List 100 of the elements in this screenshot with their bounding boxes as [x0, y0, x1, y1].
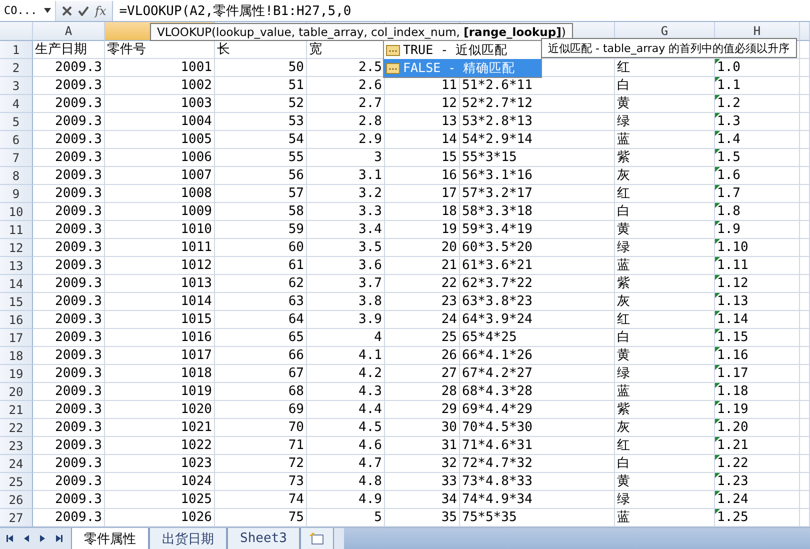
table-cell: 蓝: [615, 131, 715, 149]
table-cell: 1.12: [715, 275, 800, 293]
table-cell: 30: [385, 419, 460, 437]
table-cell: 1.13: [715, 293, 800, 311]
table-cell: 1.20: [715, 419, 800, 437]
table-cell: 64: [215, 311, 307, 329]
table-cell: 55: [215, 149, 307, 167]
table-cell: 1015: [105, 311, 215, 329]
table-cell: 56: [215, 167, 307, 185]
table-cell: 2009.3: [33, 275, 105, 293]
table-cell: 灰: [615, 167, 715, 185]
table-cell: 29: [385, 401, 460, 419]
table-cell: 71*4.6*31: [460, 437, 615, 455]
table-cell: 黄: [615, 221, 715, 239]
table-cell: 1025: [105, 491, 215, 509]
table-cell: 1005: [105, 131, 215, 149]
table-cell: 4.9: [307, 491, 385, 509]
table-cell: 2009.3: [33, 401, 105, 419]
table-cell: 62*3.7*22: [460, 275, 615, 293]
table-cell: 3.9: [307, 311, 385, 329]
table-cell: 50: [215, 59, 307, 77]
table-cell: 60: [215, 239, 307, 257]
table-cell: 白: [615, 203, 715, 221]
table-cell: 2.6: [307, 77, 385, 95]
table-cell: 13: [385, 113, 460, 131]
table-cell: 64*3.9*24: [460, 311, 615, 329]
table-cell: 68*4.3*28: [460, 383, 615, 401]
table-cell: 1022: [105, 437, 215, 455]
table-cell: 1008: [105, 185, 215, 203]
table-cell: 白: [615, 455, 715, 473]
table-cell: 黄: [615, 95, 715, 113]
table-cell: 1.11: [715, 257, 800, 275]
table-cell: 3: [307, 149, 385, 167]
table-cell: 67: [215, 365, 307, 383]
table-cell: 1.23: [715, 473, 800, 491]
table-cell: 白: [615, 77, 715, 95]
table-cell: 73*4.8*33: [460, 473, 615, 491]
table-cell: 71: [215, 437, 307, 455]
table-cell: 1.4: [715, 131, 800, 149]
table-cell: 紫: [615, 401, 715, 419]
table-cell: 1.3: [715, 113, 800, 131]
table-cell: 1.17: [715, 365, 800, 383]
table-cell: 4.1: [307, 347, 385, 365]
table-cell: 1.18: [715, 383, 800, 401]
table-cell: 57: [215, 185, 307, 203]
table-cell: 3.5: [307, 239, 385, 257]
table-cell: 红: [615, 185, 715, 203]
table-cell: 69: [215, 401, 307, 419]
table-cell: 2009.3: [33, 419, 105, 437]
table-cell: 红: [615, 59, 715, 77]
table-cell: 70*4.5*30: [460, 419, 615, 437]
table-cell: 1014: [105, 293, 215, 311]
table-cell: 61: [215, 257, 307, 275]
table-cell: 2009.3: [33, 77, 105, 95]
table-cell: 59*3.4*19: [460, 221, 615, 239]
table-cell: 20: [385, 239, 460, 257]
table-cell: 14: [385, 131, 460, 149]
table-cell: 4.6: [307, 437, 385, 455]
table-cell: 2009.3: [33, 311, 105, 329]
table-cell: 2009.3: [33, 167, 105, 185]
table-cell: 1.9: [715, 221, 800, 239]
table-cell: 1.21: [715, 437, 800, 455]
table-cell: 58: [215, 203, 307, 221]
table-cell: 72*4.7*32: [460, 455, 615, 473]
table-cell: 61*3.6*21: [460, 257, 615, 275]
table-cell: 65*4*25: [460, 329, 615, 347]
table-cell: 1023: [105, 455, 215, 473]
table-cell: 1006: [105, 149, 215, 167]
table-cell: 1.10: [715, 239, 800, 257]
table-cell: 52: [215, 95, 307, 113]
table-cell: 63: [215, 293, 307, 311]
table-cell: 4.4: [307, 401, 385, 419]
table-cell: 1010: [105, 221, 215, 239]
table-cell: 1.14: [715, 311, 800, 329]
table-cell: 1011: [105, 239, 215, 257]
table-cell: 4.2: [307, 365, 385, 383]
table-cell: 1013: [105, 275, 215, 293]
table-cell: 22: [385, 275, 460, 293]
table-cell: 74: [215, 491, 307, 509]
table-cell: 2009.3: [33, 221, 105, 239]
table-cell: 2009.3: [33, 239, 105, 257]
table-cell: 蓝: [615, 257, 715, 275]
table-cell: 2009.3: [33, 437, 105, 455]
table-cell: 4: [307, 329, 385, 347]
table-cell: 1021: [105, 419, 215, 437]
table-cell: 1018: [105, 365, 215, 383]
table-cell: 4.3: [307, 383, 385, 401]
table-cell: 25: [385, 329, 460, 347]
table-cell: 63*3.8*23: [460, 293, 615, 311]
table-cell: 28: [385, 383, 460, 401]
table-cell: 2009.3: [33, 491, 105, 509]
table-cell: 1.5: [715, 149, 800, 167]
table-cell: 33: [385, 473, 460, 491]
table-cell: 53: [215, 113, 307, 131]
table-cell: 2009.3: [33, 131, 105, 149]
table-cell: 65: [215, 329, 307, 347]
table-cell: 1002: [105, 77, 215, 95]
table-cell: 72: [215, 455, 307, 473]
table-cell: 66*4.1*26: [460, 347, 615, 365]
table-cell: 1.7: [715, 185, 800, 203]
